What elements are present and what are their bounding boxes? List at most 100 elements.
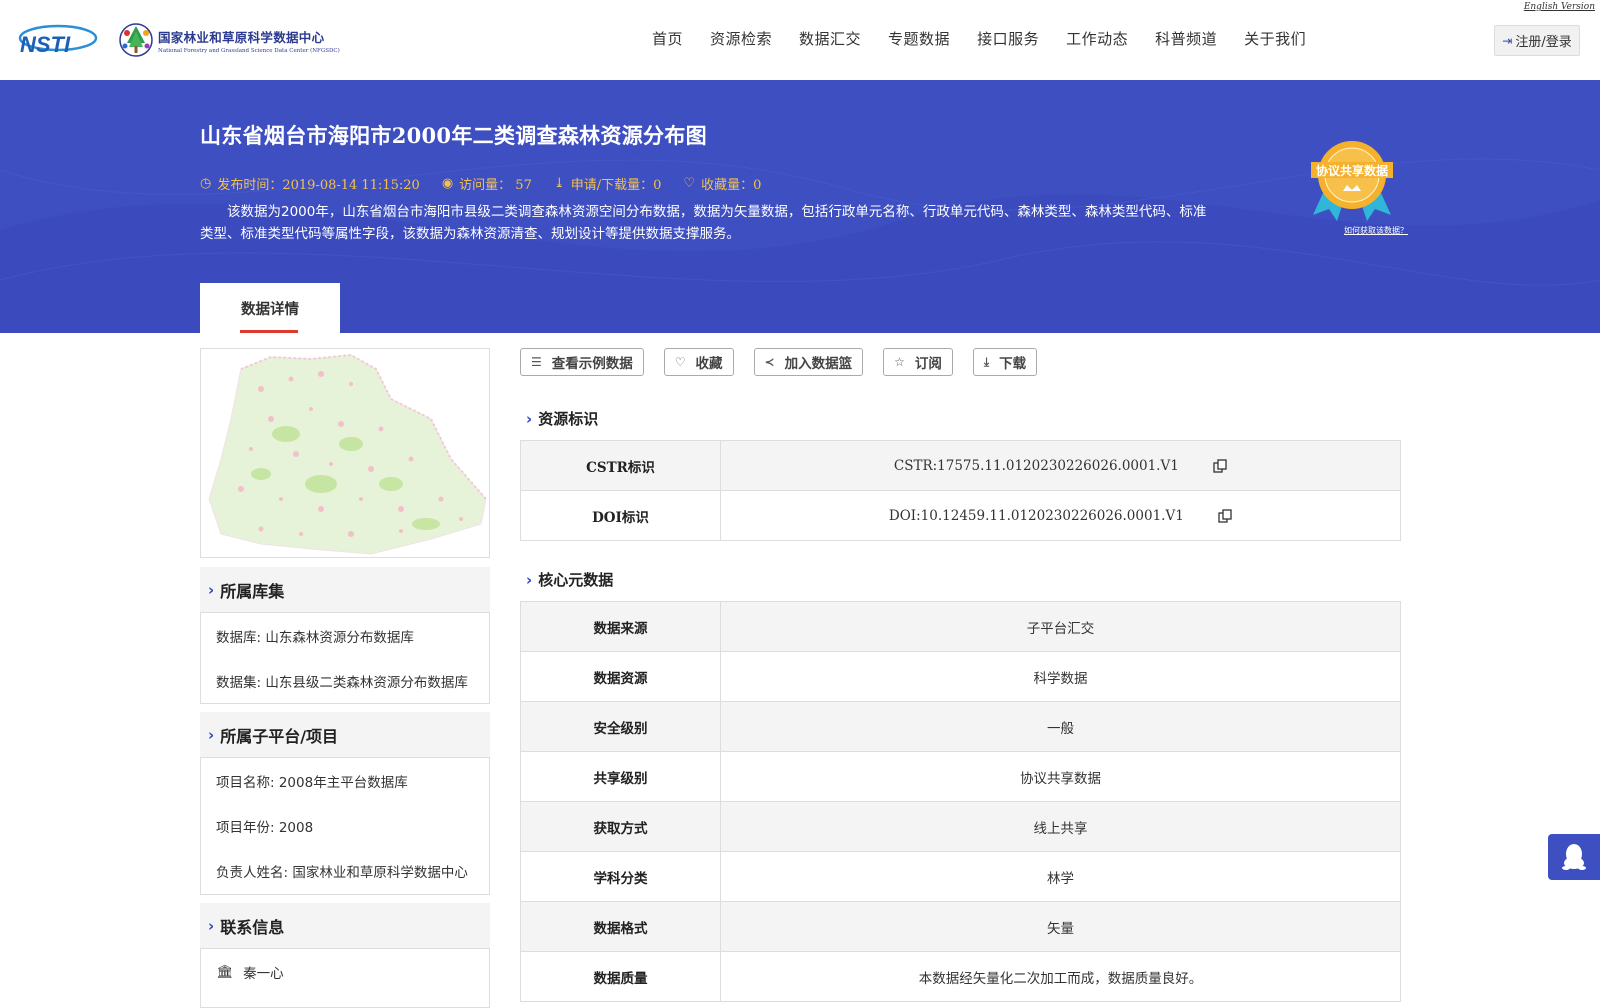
view-sample-data-button[interactable]: ☰ 查看示例数据	[520, 348, 644, 376]
meta-value: 协议共享数据	[720, 751, 1401, 802]
table-row: 安全级别 一般	[520, 701, 1401, 752]
qq-contact-button[interactable]	[1548, 834, 1600, 880]
meta-value: 本数据经矢量化二次加工而成，数据质量良好。	[720, 951, 1401, 1002]
heart-icon: ♡	[683, 176, 696, 191]
qq-penguin-icon	[1562, 844, 1586, 870]
map-preview-image	[208, 353, 487, 555]
main-nav: 首页 资源检索 数据汇交 专题数据 接口服务 工作动态 科普频道 关于我们	[652, 28, 1333, 49]
table-row: 获取方式 线上共享	[520, 801, 1401, 852]
heart-icon: ♡	[674, 355, 686, 369]
nav-resource-search[interactable]: 资源检索	[710, 28, 772, 49]
doi-value: DOI:10.12459.11.0120230226026.0001.V1	[888, 507, 1184, 524]
meta-key: 共享级别	[520, 751, 721, 802]
core-metadata-header: › 核心元数据	[526, 569, 613, 590]
favorite-button[interactable]: ♡ 收藏	[663, 348, 734, 376]
chevron-right-icon: ›	[208, 580, 215, 599]
meta-key: 学科分类	[520, 851, 721, 902]
doi-value-cell: DOI:10.12459.11.0120230226026.0001.V1	[720, 490, 1401, 541]
chevron-right-icon: ›	[526, 570, 533, 589]
svg-text:NSTI: NSTI	[20, 32, 71, 57]
database-name: 数据库: 山东森林资源分布数据库	[216, 629, 414, 646]
project-section-header: › 所属子平台/项目	[200, 712, 490, 757]
dataset-name: 数据集: 山东县级二类森林资源分布数据库	[216, 674, 468, 691]
table-row: 数据来源 子平台汇交	[520, 601, 1401, 652]
table-row: 数据质量 本数据经矢量化二次加工而成，数据质量良好。	[520, 951, 1401, 1002]
meta-key: 数据格式	[520, 901, 721, 952]
nfgsdc-logo[interactable]: 国家林业和草原科学数据中心 National Forestry and Gras…	[118, 20, 340, 60]
cstr-key: CSTR标识	[520, 440, 721, 491]
dataset-row[interactable]: 数据集: 山东县级二类森林资源分布数据库	[216, 658, 474, 703]
table-row: DOI标识 DOI:10.12459.11.0120230226026.0001…	[520, 490, 1401, 541]
copy-icon[interactable]	[1213, 459, 1227, 473]
how-to-obtain-link[interactable]: 如何获取该数据？	[1344, 225, 1408, 236]
view-sample-label: 查看示例数据	[551, 356, 633, 372]
add-basket-label: 加入数据篮	[784, 356, 853, 372]
contact-section-title: 联系信息	[220, 917, 285, 937]
meta-key: 数据质量	[520, 951, 721, 1002]
cstr-value-cell: CSTR:17575.11.0120230226026.0001.V1	[720, 440, 1401, 491]
project-name: 项目名称: 2008年主平台数据库	[216, 774, 408, 791]
project-info: 项目名称: 2008年主平台数据库 项目年份: 2008 负责人姓名: 国家林业…	[200, 757, 490, 895]
project-year-row: 项目年份: 2008	[216, 803, 474, 848]
meta-value: 子平台汇交	[720, 601, 1401, 652]
nav-api-service[interactable]: 接口服务	[977, 28, 1039, 49]
meta-value: 线上共享	[720, 801, 1401, 852]
tab-data-detail[interactable]: 数据详情	[200, 283, 340, 333]
nav-data-submission[interactable]: 数据汇交	[799, 28, 861, 49]
contact-section-header: › 联系信息	[200, 903, 490, 948]
project-name-row: 项目名称: 2008年主平台数据库	[216, 758, 474, 803]
chevron-right-icon: ›	[208, 725, 215, 744]
meta-key: 获取方式	[520, 801, 721, 852]
english-version-link[interactable]: English Version	[1524, 2, 1595, 12]
center-name-cn: 国家林业和草原科学数据中心	[158, 29, 325, 45]
action-bar: ☰ 查看示例数据 ♡ 收藏 ≺ 加入数据篮 ☆ 订阅 ⤓ 下载	[520, 348, 1057, 376]
chevron-right-icon: ›	[526, 409, 533, 428]
meta-value: 科学数据	[720, 651, 1401, 702]
table-row: 数据格式 矢量	[520, 901, 1401, 952]
contact-row: 🏛 秦一心	[216, 949, 474, 994]
subscribe-label: 订阅	[914, 356, 942, 372]
meta-value: 林学	[720, 851, 1401, 902]
dataset-title: 山东省烟台市海阳市2000年二类调查森林资源分布图	[200, 123, 707, 148]
nav-thematic-data[interactable]: 专题数据	[888, 28, 950, 49]
site-header: NSTI 国家林业和草原科学数据中心 National Forestry and…	[0, 0, 1600, 80]
library-section-header: › 所属库集	[200, 567, 490, 612]
favorite-label: 收藏	[695, 356, 723, 372]
eye-icon: ◉	[441, 176, 454, 191]
subscribe-button[interactable]: ☆ 订阅	[883, 348, 953, 376]
download-label: 下载	[999, 356, 1027, 372]
dataset-stats: ◷ 发布时间：2019-08-14 11:15:20 ◉ 访问量： 57 ⤓ 申请/下…	[200, 174, 783, 193]
publish-time: 发布时间：2019-08-14 11:15:20	[217, 178, 420, 193]
meta-value: 一般	[720, 701, 1401, 752]
core-metadata-title: 核心元数据	[538, 571, 614, 589]
dataset-thumbnail[interactable]	[200, 348, 490, 558]
copy-icon[interactable]	[1218, 509, 1232, 523]
visit-count: 访问量： 57	[459, 178, 532, 193]
contact-info: 🏛 秦一心	[200, 948, 490, 1008]
meta-value: 矢量	[720, 901, 1401, 952]
nav-home[interactable]: 首页	[652, 28, 683, 49]
nsti-logo[interactable]: NSTI	[18, 22, 98, 58]
owner-row: 负责人姓名: 国家林业和草原科学数据中心	[216, 848, 474, 893]
database-icon: ☰	[531, 355, 542, 369]
add-to-basket-button[interactable]: ≺ 加入数据篮	[753, 348, 864, 376]
core-metadata-table: 数据来源 子平台汇交 数据资源 科学数据 安全级别 一般 共享级别 协议共享数据 获取方…	[520, 601, 1401, 1002]
project-year: 项目年份: 2008	[216, 819, 314, 836]
login-button[interactable]: ⇥ 注册/登录	[1494, 25, 1580, 56]
table-row: 学科分类 林学	[520, 851, 1401, 902]
nav-news[interactable]: 工作动态	[1066, 28, 1128, 49]
center-name-en: National Forestry and Grassland Science …	[158, 47, 340, 54]
nav-science-channel[interactable]: 科普频道	[1155, 28, 1217, 49]
download-icon: ⤓	[983, 354, 990, 369]
project-section-title: 所属子平台/项目	[220, 726, 339, 746]
nav-about[interactable]: 关于我们	[1244, 28, 1306, 49]
download-button[interactable]: ⤓ 下载	[972, 348, 1038, 376]
dataset-banner: 山东省烟台市海阳市2000年二类调查森林资源分布图 ◷ 发布时间：2019-08-…	[0, 80, 1600, 333]
dataset-description: 该数据为2000年，山东省烟台市海阳市县级二类调查森林资源空间分布数据，数据为矢…	[200, 204, 1207, 242]
database-row[interactable]: 数据库: 山东森林资源分布数据库	[216, 613, 474, 658]
resource-id-title: 资源标识	[538, 410, 599, 428]
library-section-title: 所属库集	[220, 581, 285, 601]
institution-icon: 🏛	[216, 963, 234, 980]
doi-key: DOI标识	[520, 490, 721, 541]
login-label: 注册/登录	[1515, 35, 1572, 50]
